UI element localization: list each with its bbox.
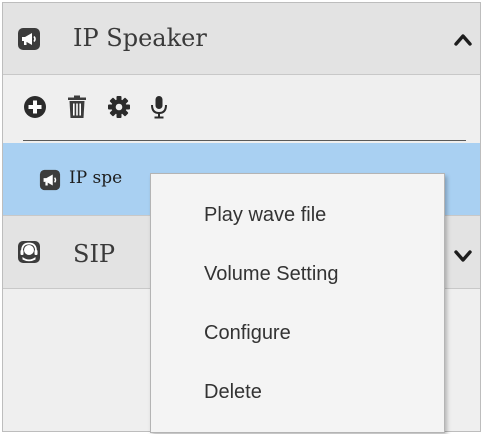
ip-speaker-header[interactable]: IP Speaker: [3, 3, 480, 75]
menu-item-volume-setting[interactable]: Volume Setting: [151, 245, 444, 303]
microphone-icon[interactable]: [147, 95, 171, 119]
context-menu: Play wave file Volume Setting Configure …: [150, 173, 445, 433]
toolbar-divider: [23, 140, 466, 141]
device-toolbar: [3, 75, 480, 143]
megaphone-icon: [18, 28, 40, 50]
trash-icon[interactable]: [65, 95, 89, 119]
menu-item-configure[interactable]: Configure: [151, 304, 444, 362]
headset-icon: [18, 241, 40, 263]
menu-item-delete[interactable]: Delete: [151, 363, 444, 421]
menu-item-play-wave-file[interactable]: Play wave file: [151, 186, 444, 244]
chevron-down-icon[interactable]: [452, 244, 474, 266]
gear-icon[interactable]: [107, 95, 131, 119]
add-icon[interactable]: [23, 95, 47, 119]
chevron-up-icon[interactable]: [452, 29, 474, 51]
ip-speaker-title: IP Speaker: [73, 24, 207, 52]
megaphone-icon: [39, 169, 61, 191]
sip-title: SIP: [73, 240, 116, 268]
device-label: IP spe: [69, 168, 123, 188]
